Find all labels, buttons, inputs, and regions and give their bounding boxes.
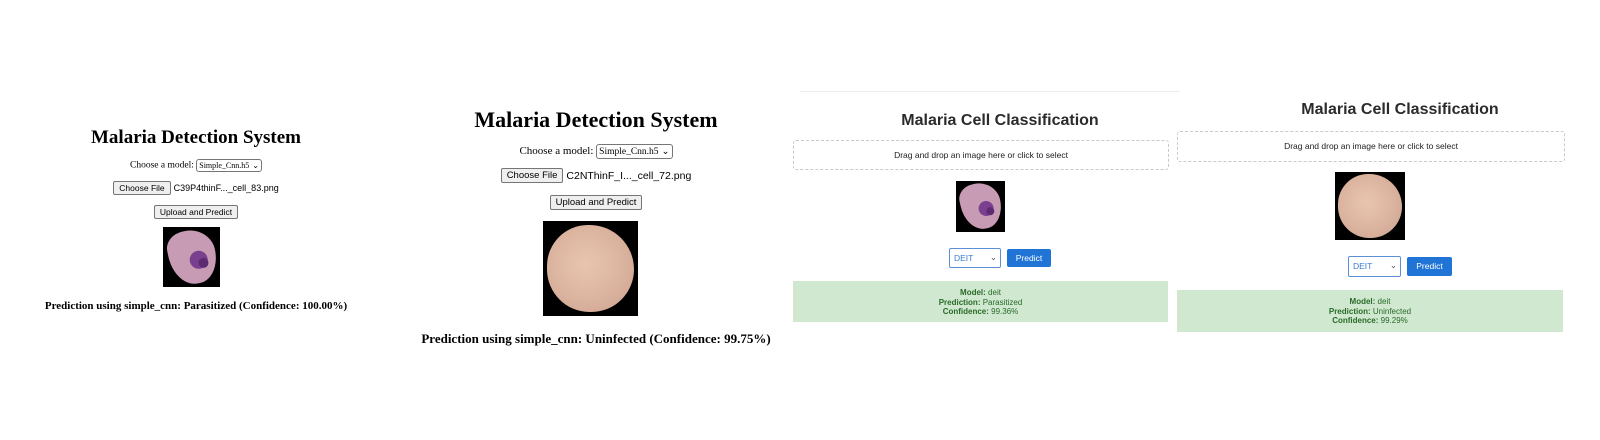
chevron-down-icon: ⌄	[661, 146, 670, 157]
result-box: Model: deit Prediction: Parasitized Conf…	[793, 281, 1168, 322]
parasitized-cell-shape	[956, 181, 1005, 232]
result-confidence: Confidence: 99.36%	[793, 307, 1168, 317]
file-name: C39P4thinF..._cell_83.png	[173, 183, 279, 193]
uninfected-cell-shape	[547, 225, 634, 312]
file-name: C2NThinF_I..._cell_72.png	[566, 169, 692, 182]
result-prediction: Prediction: Uninfected	[1177, 307, 1563, 317]
parasitized-cell-shape	[163, 227, 220, 287]
result-model: Model: deit	[1177, 297, 1563, 307]
chevron-down-icon: ⌄	[989, 253, 997, 263]
result-model: Model: deit	[793, 288, 1168, 298]
upload-and-predict-button[interactable]: Upload and Predict	[549, 194, 643, 210]
chevron-down-icon: ⌄	[1389, 261, 1397, 271]
divider	[800, 91, 1180, 92]
result-prediction-label: Prediction:	[938, 297, 981, 307]
model-select[interactable]: Simple_Cnn.h5 ⌄	[596, 144, 673, 159]
model-select-value: DEIT	[954, 253, 974, 263]
result-prediction: Prediction: Parasitized	[793, 298, 1168, 308]
model-label: Choose a model:	[519, 145, 594, 158]
result-confidence: Confidence: 99.29%	[1177, 316, 1563, 326]
controls-row: DEIT ⌄ Predict	[800, 248, 1200, 268]
panel-deit-uninfected: Malaria Cell Classification Drag and dro…	[1177, 0, 1600, 440]
model-row: Choose a model: Simple_Cnn.h5 ⌄	[392, 144, 800, 159]
model-select[interactable]: Simple_Cnn.h5 ⌄	[196, 159, 262, 172]
image-dropzone[interactable]: Drag and drop an image here or click to …	[793, 140, 1169, 170]
result-confidence-label: Confidence:	[1332, 316, 1379, 325]
result-confidence-value: 99.29%	[1380, 316, 1408, 325]
uninfected-cell-shape	[1338, 174, 1402, 238]
choose-file-button[interactable]: Choose File	[113, 181, 171, 195]
model-select-value: Simple_Cnn.h5	[199, 161, 250, 170]
model-row: Choose a model: Simple_Cnn.h5 ⌄	[0, 159, 392, 172]
result-confidence-label: Confidence:	[942, 307, 989, 316]
prediction-text: Prediction using simple_cnn: Parasitized…	[44, 300, 348, 312]
choose-file-button[interactable]: Choose File	[500, 168, 564, 183]
panel-simple-cnn-parasitized: Malaria Detection System Choose a model:…	[0, 0, 392, 440]
file-row: Choose File C2NThinF_I..._cell_72.png	[392, 168, 800, 183]
model-select-value: Simple_Cnn.h5	[599, 147, 659, 157]
page-title: Malaria Detection System	[91, 127, 301, 148]
prediction-text: Prediction using simple_cnn: Uninfected …	[421, 331, 771, 346]
result-model-label: Model:	[960, 288, 986, 297]
predict-button[interactable]: Predict	[1407, 257, 1452, 276]
cell-image	[543, 221, 638, 316]
result-prediction-value: Uninfected	[1372, 306, 1412, 316]
predict-button[interactable]: Predict	[1007, 249, 1051, 267]
parasite-spot	[985, 206, 996, 216]
result-prediction-value: Parasitized	[982, 297, 1023, 307]
result-model-value: deit	[1377, 297, 1391, 306]
file-row: Choose File C39P4thinF..._cell_83.png	[0, 181, 392, 195]
image-dropzone[interactable]: Drag and drop an image here or click to …	[1177, 131, 1565, 162]
result-model-value: deit	[988, 288, 1001, 297]
upload-and-predict-button[interactable]: Upload and Predict	[153, 205, 239, 220]
page-title: Malaria Cell Classification	[1301, 101, 1499, 118]
controls-row: DEIT ⌄ Predict	[1200, 256, 1600, 277]
upload-row: Upload and Predict	[0, 203, 392, 221]
page-title: Malaria Detection System	[474, 107, 718, 132]
model-select[interactable]: DEIT ⌄	[1348, 256, 1401, 277]
page-title: Malaria Cell Classification	[901, 112, 1099, 129]
model-label: Choose a model:	[130, 160, 194, 171]
result-box: Model: deit Prediction: Uninfected Confi…	[1177, 290, 1563, 332]
panel-simple-cnn-uninfected: Malaria Detection System Choose a model:…	[392, 0, 800, 440]
result-confidence-value: 99.36%	[991, 307, 1019, 316]
cell-image	[956, 181, 1005, 232]
model-select[interactable]: DEIT ⌄	[949, 248, 1001, 268]
cell-image	[163, 227, 220, 287]
chevron-down-icon: ⌄	[252, 161, 259, 170]
upload-row: Upload and Predict	[392, 193, 800, 211]
result-model-label: Model:	[1349, 297, 1376, 306]
result-prediction-label: Prediction:	[1328, 306, 1371, 316]
model-select-value: DEIT	[1353, 261, 1373, 271]
panel-deit-parasitized: Malaria Cell Classification Drag and dro…	[793, 0, 1200, 440]
cell-image	[1335, 172, 1405, 240]
